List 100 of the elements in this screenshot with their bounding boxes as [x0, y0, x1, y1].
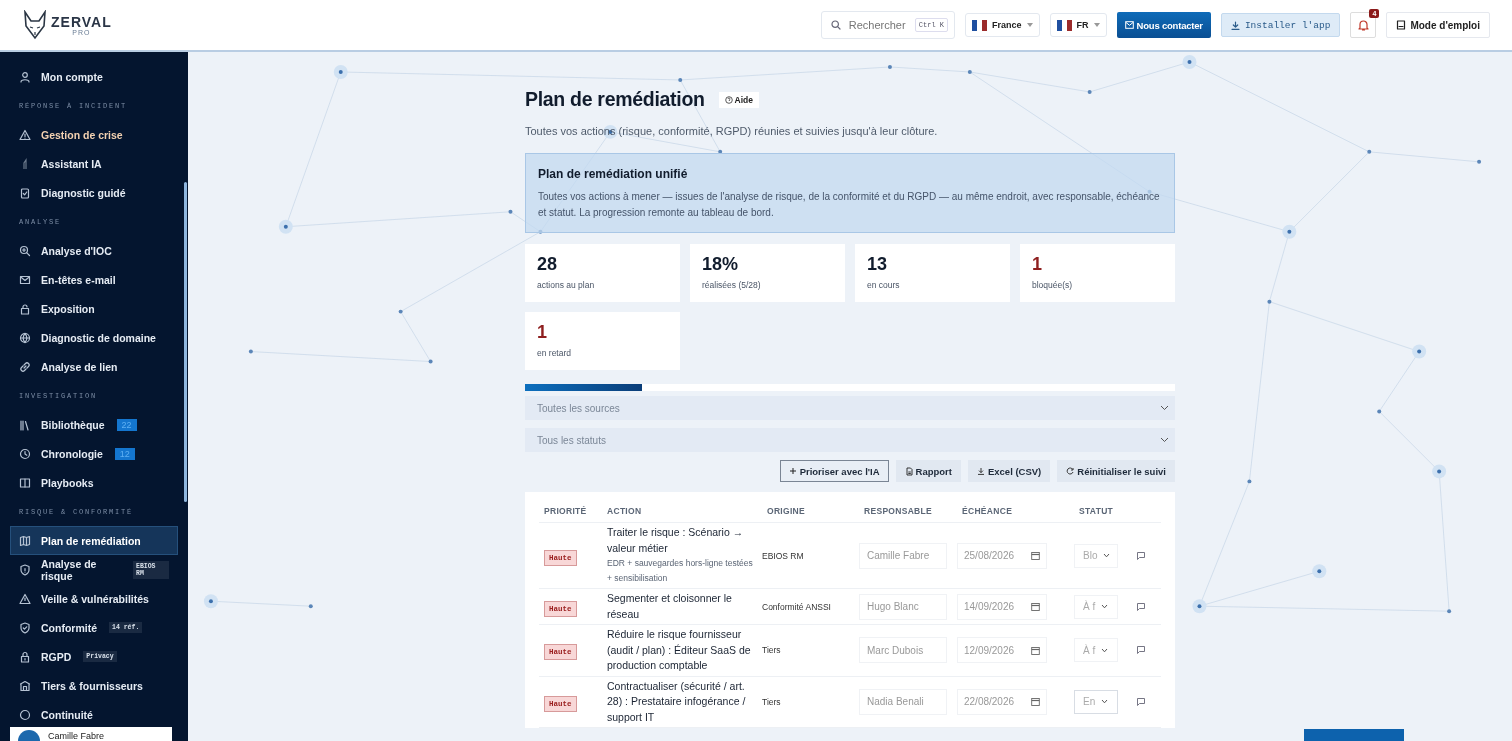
download-icon: [976, 466, 985, 476]
sidebar-item[interactable]: Bibliothèque 22: [10, 410, 178, 439]
calendar-icon: [1031, 697, 1040, 707]
sidebar-item[interactable]: Exposition: [10, 294, 178, 323]
country-select[interactable]: France: [965, 13, 1040, 37]
calendar-icon: [1031, 551, 1040, 560]
language-select[interactable]: FR: [1049, 13, 1107, 37]
action-title: Traiter le risque : Scénario → valeur métier: [607, 525, 745, 556]
mail-icon: [1124, 21, 1134, 29]
search-field[interactable]: Rechercher: [846, 18, 909, 32]
caret-icon: [1026, 23, 1033, 27]
warning-icon: [19, 592, 31, 605]
column-header: RESPONSABLE: [863, 506, 933, 516]
install-button[interactable]: Installer l'app: [1220, 13, 1341, 37]
scrollbar-thumb[interactable]: [184, 182, 187, 502]
stat-value: 13: [867, 254, 889, 275]
chevron-icon: [1160, 437, 1169, 443]
shield-icon: [19, 621, 31, 634]
columns-icon: [19, 476, 31, 489]
chevron-icon: [1101, 647, 1109, 653]
comment-icon[interactable]: [1136, 550, 1146, 561]
plus-icon: [788, 466, 797, 476]
column-header: ÉCHÉANCE: [961, 506, 1014, 516]
action-title: Réduire le risque fournisseur (audit / plan) : Éditeur SaaS de production comptable: [607, 628, 751, 671]
help-button[interactable]: Aide: [718, 91, 760, 108]
stat-label: en cours: [867, 280, 901, 290]
comment-icon[interactable]: [1136, 696, 1146, 707]
comment-icon[interactable]: [1136, 601, 1146, 612]
stat-value: 1: [537, 322, 548, 343]
clock-icon: [19, 447, 31, 460]
action-detail: EDR + sauvegardes hors-ligne testées + sensibilisation: [607, 557, 754, 585]
brand-name: ZERVAL: [51, 14, 112, 29]
building-icon: [19, 679, 31, 692]
stat-label: bloquée(s): [1032, 280, 1074, 290]
stat-label: actions au plan: [537, 280, 596, 290]
chevron-icon: [1101, 699, 1109, 705]
sidebar-item[interactable]: Playbooks: [10, 468, 178, 497]
download-icon: [1230, 20, 1240, 30]
books-icon: [19, 418, 31, 431]
sidebar-item[interactable]: Chronologie 12: [10, 439, 178, 468]
action-button[interactable]: Rapport: [895, 460, 961, 482]
bell-icon: [1357, 19, 1369, 31]
chevron-icon: [1160, 405, 1169, 411]
sidebar-item[interactable]: Analyse d'IOC: [10, 236, 178, 265]
column-header: ACTION: [606, 506, 643, 516]
stat-value: 18%: [702, 254, 740, 275]
mail-icon: [19, 273, 31, 286]
action-title: Contractualiser (sécurité / art. 28) : Prestataire infogérance / support IT: [607, 679, 746, 723]
shield-icon: [19, 563, 31, 576]
circle-icon: [19, 708, 31, 721]
panel-title: Plan de remédiation unifié: [538, 167, 689, 181]
action-button[interactable]: Réinitialiser le suivi: [1057, 460, 1175, 482]
table-cell-text: Conformité ANSSI: [762, 601, 832, 612]
action-button[interactable]: Excel (CSV): [967, 460, 1051, 482]
sidebar-item[interactable]: En-têtes e-mail: [10, 265, 178, 294]
page-subtitle: Toutes vos actions (risque, conformité, RGPD) réunies et suivies jusqu'à leur clôture.: [525, 125, 939, 137]
refresh-icon: [1066, 466, 1075, 476]
document-icon: [904, 466, 913, 476]
stat-value: 28: [537, 254, 559, 275]
column-header: ORIGINE: [766, 506, 806, 516]
link-icon: [19, 360, 31, 373]
sidebar-item[interactable]: Diagnostic guidé: [10, 178, 178, 207]
sidebar-item[interactable]: Diagnostic de domaine: [10, 323, 178, 352]
badge: 12: [114, 447, 135, 460]
guide-button[interactable]: Mode d'emploi: [1386, 12, 1490, 38]
user-card[interactable]: Camille Fabre: [10, 727, 172, 741]
fox-logo-icon: [22, 10, 48, 40]
sidebar-item[interactable]: Gestion de crise: [10, 120, 178, 149]
panel-text: Toutes vos actions à mener — issues de l'analyse de risque, de la conformité et du RGPD — au même endroit, avec responsable, échéance et statut. La progression remonte au tableau de bord.: [538, 190, 1161, 220]
stat-label: en retard: [537, 348, 573, 358]
warning-icon: [19, 128, 31, 141]
sidebar-item[interactable]: Continuité: [10, 700, 178, 727]
calendar-icon: [1031, 602, 1040, 611]
map-icon: [19, 534, 31, 547]
contact-button[interactable]: Nous contacter: [1116, 12, 1211, 38]
table-cell-text: Tiers: [762, 696, 782, 707]
lock-icon: [19, 650, 31, 663]
sidebar-item[interactable]: Mon compte: [10, 62, 178, 91]
sidebar-item[interactable]: Plan de remédiation: [10, 526, 178, 555]
sidebar-item[interactable]: Assistant IA: [10, 149, 178, 178]
calendar-icon: [1031, 645, 1040, 655]
person-icon: [19, 70, 31, 83]
sidebar-item[interactable]: Analyse de lien: [10, 352, 178, 381]
badge: 22: [116, 418, 137, 431]
zoom-icon: [19, 244, 31, 257]
comment-icon[interactable]: [1136, 645, 1146, 656]
column-header: PRIORITÉ: [543, 506, 588, 516]
chevron-icon: [1103, 553, 1111, 558]
chevron-icon: [1101, 604, 1109, 609]
caret-icon: [1093, 23, 1100, 27]
table-cell-text: Tiers: [762, 645, 782, 656]
sidebar-item[interactable]: Tiers & fournisseurs: [10, 671, 178, 700]
action-button[interactable]: Prioriser avec l'IA: [779, 460, 889, 482]
sidebar-item[interactable]: Veille & vulnérabilités: [10, 584, 178, 613]
flag-icon: [972, 19, 987, 31]
column-header: STATUT: [1078, 506, 1115, 516]
clipboard-icon: [19, 186, 31, 199]
globe-icon: [19, 331, 31, 344]
action-title: Segmenter et cloisonner le réseau: [607, 592, 732, 620]
avatar: [18, 730, 40, 741]
